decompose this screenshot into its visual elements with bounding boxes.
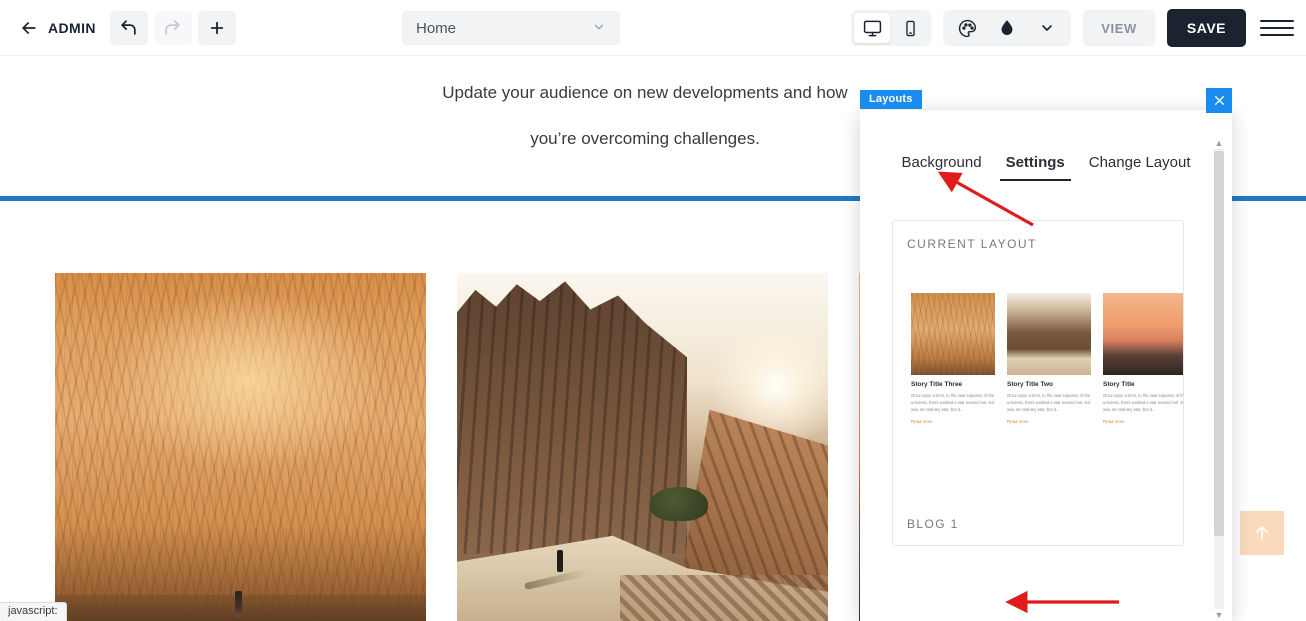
page-select-value: Home	[416, 19, 457, 37]
top-toolbar: ADMIN Home VIEW SAVE	[0, 0, 1306, 56]
scroll-to-top-button[interactable]	[1240, 511, 1284, 555]
layouts-panel: Background Settings Change Layout CURREN…	[860, 110, 1232, 621]
preview-excerpt-3: Once upon a time, in the vast expanse of…	[1103, 392, 1184, 412]
preview-link-1: Read more	[911, 418, 933, 424]
preview-title-1: Story Title Three	[911, 381, 963, 388]
current-layout-name: BLOG 1	[907, 517, 959, 531]
preview-excerpt-2: Once upon a time, in the vast expanse of…	[1007, 392, 1091, 412]
undo-button[interactable]	[109, 10, 148, 45]
palette-icon[interactable]	[949, 13, 985, 43]
view-button[interactable]: VIEW	[1083, 10, 1155, 46]
preview-link-2: Read more	[1007, 418, 1029, 424]
caret-up-icon[interactable]: ▲	[1212, 137, 1226, 149]
droplet-icon[interactable]	[989, 13, 1025, 43]
panel-scrollbar[interactable]: ▲ ▼	[1212, 137, 1226, 621]
current-layout-card[interactable]: CURRENT LAYOUT Story Title Three Once up…	[892, 220, 1184, 546]
preview-title-2: Story Title Two	[1007, 381, 1053, 388]
preview-title-3: Story Title	[1103, 381, 1135, 388]
layout-preview: Story Title Three Once upon a time, in t…	[911, 293, 1184, 424]
close-icon[interactable]	[1206, 88, 1232, 113]
toolbar-right-group: VIEW SAVE	[851, 0, 1294, 56]
preview-thumb-1	[911, 293, 995, 375]
tab-settings[interactable]: Settings	[994, 154, 1077, 181]
app-root: ADMIN Home VIEW SAVE Update your audienc…	[0, 0, 1306, 621]
admin-label: ADMIN	[48, 19, 96, 36]
redo-button[interactable]	[153, 10, 192, 45]
tab-background[interactable]: Background	[890, 154, 994, 181]
page-select[interactable]: Home	[402, 11, 620, 45]
mobile-view-button[interactable]	[892, 13, 928, 43]
arrow-up-icon	[1256, 526, 1268, 541]
preview-link-3: Read more	[1103, 418, 1125, 424]
desktop-view-button[interactable]	[854, 13, 891, 43]
chevron-down-icon	[592, 20, 606, 37]
toolbar-left-group: ADMIN	[0, 10, 236, 45]
panel-tag: Layouts	[860, 90, 922, 109]
photo-canyon-wall[interactable]	[55, 273, 426, 621]
preview-excerpt-1: Once upon a time, in the vast expanse of…	[911, 392, 995, 412]
browser-status-tooltip: javascript:	[0, 602, 67, 621]
device-switcher	[851, 10, 932, 46]
back-arrow-icon[interactable]	[16, 15, 42, 41]
current-layout-heading: CURRENT LAYOUT	[907, 237, 1037, 251]
caret-down-icon[interactable]: ▼	[1212, 609, 1226, 621]
photo-canyon-sunburst[interactable]	[457, 273, 828, 621]
scrollbar-thumb[interactable]	[1214, 151, 1224, 536]
save-button[interactable]: SAVE	[1166, 9, 1246, 47]
preview-thumb-3	[1103, 293, 1183, 375]
tab-change-layout[interactable]: Change Layout	[1077, 154, 1203, 181]
style-tools-group	[943, 10, 1072, 46]
hamburger-menu-icon[interactable]	[1260, 10, 1294, 46]
preview-card-1: Story Title Three Once upon a time, in t…	[911, 293, 995, 424]
panel-tabs: Background Settings Change Layout	[860, 110, 1232, 181]
preview-card-2: Story Title Two Once upon a time, in the…	[1007, 293, 1091, 424]
preview-thumb-2	[1007, 293, 1091, 375]
preview-card-3: Story Title Once upon a time, in the vas…	[1103, 293, 1184, 424]
more-styles-chevron-down-icon[interactable]	[1029, 13, 1065, 43]
toolbar-center-group: Home	[402, 11, 620, 45]
add-button[interactable]	[197, 10, 236, 45]
